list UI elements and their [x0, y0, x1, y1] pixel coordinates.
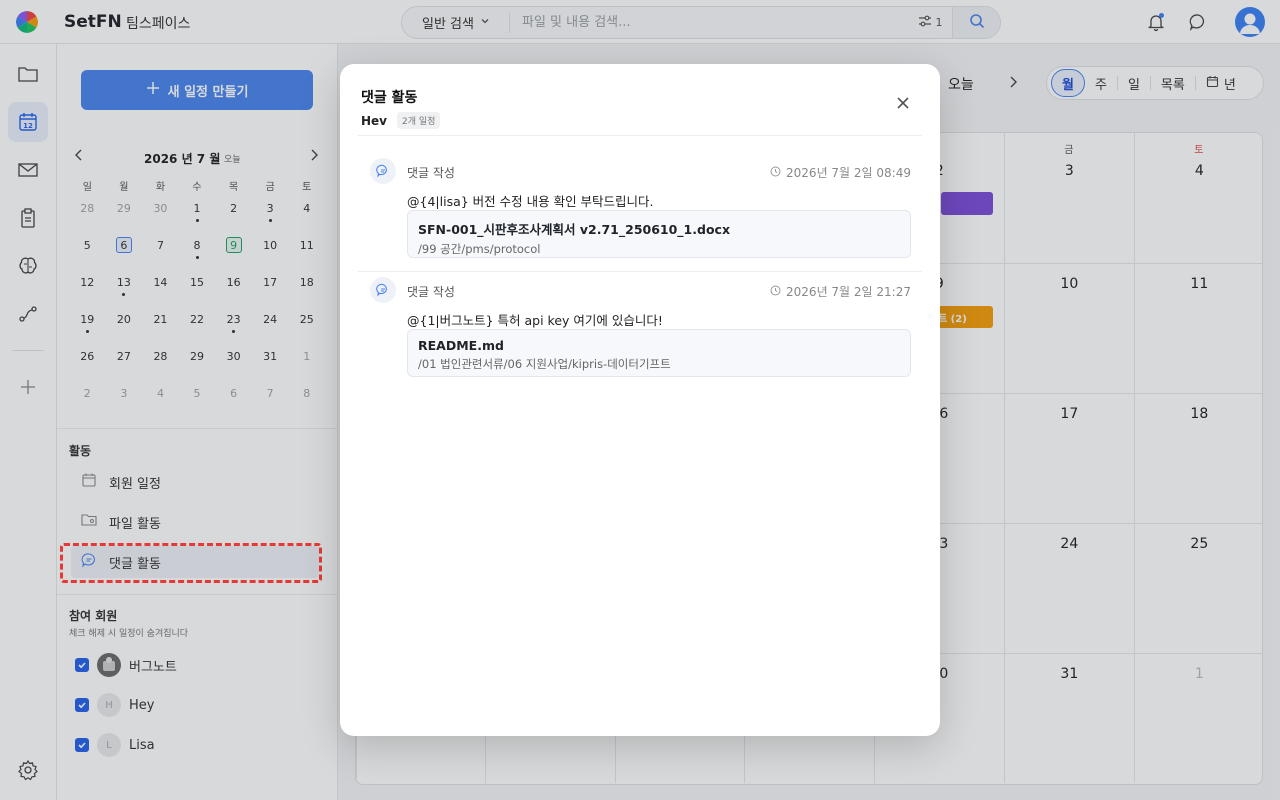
modal-divider	[358, 135, 922, 136]
comment-activity-modal: 댓글 활동 Hev 2개 일정 댓글 작성 2026년 7월 2일 08:49 …	[340, 64, 940, 736]
file-name: README.md	[418, 338, 504, 353]
comment-entry: 댓글 작성 2026년 7월 2일 21:27 @{1|버그노트} 특허 api…	[358, 277, 922, 391]
entry-time: 2026년 7월 2일 08:49	[770, 164, 911, 181]
entry-timestamp: 2026년 7월 2일 08:49	[786, 166, 911, 180]
modal-user: Hev	[361, 113, 388, 128]
comment-icon	[370, 277, 396, 303]
entry-type: 댓글 작성	[407, 285, 455, 299]
entry-divider	[358, 271, 922, 272]
file-name: SFN-001_시판후조사계획서 v2.71_250610_1.docx	[418, 222, 731, 237]
clock-icon	[770, 285, 781, 299]
file-path: /99 공간/pms/protocol	[418, 242, 541, 256]
highlight-annotation	[60, 543, 322, 583]
clock-icon	[770, 166, 781, 180]
entry-timestamp: 2026년 7월 2일 21:27	[786, 285, 911, 299]
file-card[interactable]: README.md /01 법인관련서류/06 지원사업/kipris-데이터기…	[407, 329, 911, 377]
comment-entry: 댓글 작성 2026년 7월 2일 08:49 @{4|lisa} 버전 수정 …	[358, 158, 922, 272]
modal-title: 댓글 활동	[361, 90, 418, 106]
close-icon[interactable]	[893, 93, 913, 113]
comment-icon	[370, 158, 396, 184]
count-badge: 2개 일정	[397, 112, 441, 129]
modal-subtitle: Hev 2개 일정	[361, 112, 441, 129]
file-card[interactable]: SFN-001_시판후조사계획서 v2.71_250610_1.docx /99…	[407, 210, 911, 258]
file-path: /01 법인관련서류/06 지원사업/kipris-데이터기프트	[418, 357, 671, 371]
entry-text: @{4|lisa} 버전 수정 내용 확인 부탁드립니다.	[407, 194, 654, 209]
entry-type: 댓글 작성	[407, 166, 455, 180]
entry-time: 2026년 7월 2일 21:27	[770, 283, 911, 300]
entry-text: @{1|버그노트} 특허 api key 여기에 있습니다!	[407, 313, 663, 328]
